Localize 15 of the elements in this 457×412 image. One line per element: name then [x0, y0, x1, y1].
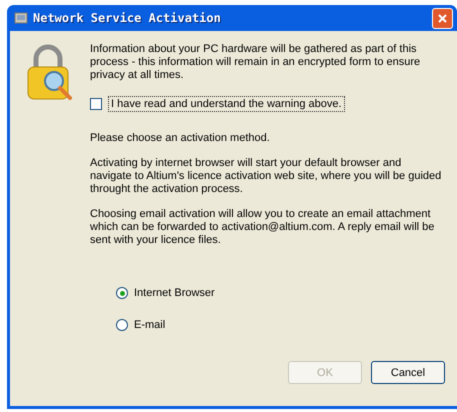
instruction-text: Please choose an activation method. [90, 132, 271, 145]
info-text: Information about your PC hardware will be gathered as part of this process - this information will remain in an encrypted form to ensure privacy at all times. [90, 43, 422, 82]
radio-label[interactable]: E-mail [134, 319, 166, 331]
radio-button[interactable] [116, 287, 128, 299]
window-title: Network Service Activation [33, 11, 222, 25]
window-icon [14, 11, 28, 25]
close-icon [437, 12, 448, 24]
instruction-text: Activating by internet browser will start your default browser and navigate to Altium's licence activation web site, where you will be guided throught the activation process. [90, 157, 442, 196]
dialog-button[interactable]: Cancel [371, 361, 445, 384]
agree-checkbox[interactable] [90, 98, 102, 110]
radio-label[interactable]: Internet Browser [134, 287, 215, 299]
close-button[interactable] [432, 8, 453, 28]
checkbox-label[interactable]: I have read and understand the warning above. [108, 96, 345, 112]
radio-button[interactable] [116, 319, 128, 331]
instruction-text: Choosing email activation will allow you to create an email attachment which can be forwarded to activation@altium.com. A reply email will be sent with your licence files. [90, 208, 436, 247]
